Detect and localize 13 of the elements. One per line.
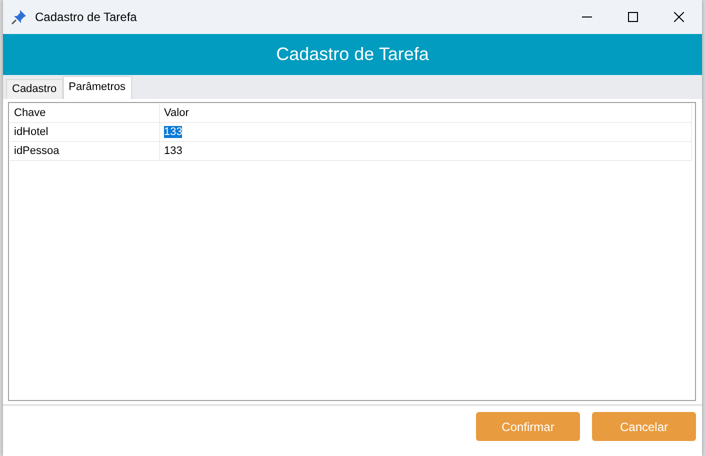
table-cell[interactable]: 133 — [160, 142, 692, 160]
maximize-icon — [628, 12, 638, 22]
table-cell: idPessoa — [10, 142, 160, 160]
close-icon — [674, 12, 684, 22]
tab[interactable]: Cadastro — [6, 79, 63, 99]
table-cell[interactable]: 133 — [160, 123, 692, 141]
header-title: Cadastro de Tarefa — [276, 44, 429, 65]
tab[interactable]: Parâmetros — [62, 76, 132, 99]
column-header: Chave — [10, 104, 160, 122]
column-header: Valor — [160, 104, 692, 122]
window-title: Cadastro de Tarefa — [35, 10, 138, 24]
table-cell: idHotel — [10, 123, 160, 141]
pushpin-icon — [11, 9, 27, 25]
